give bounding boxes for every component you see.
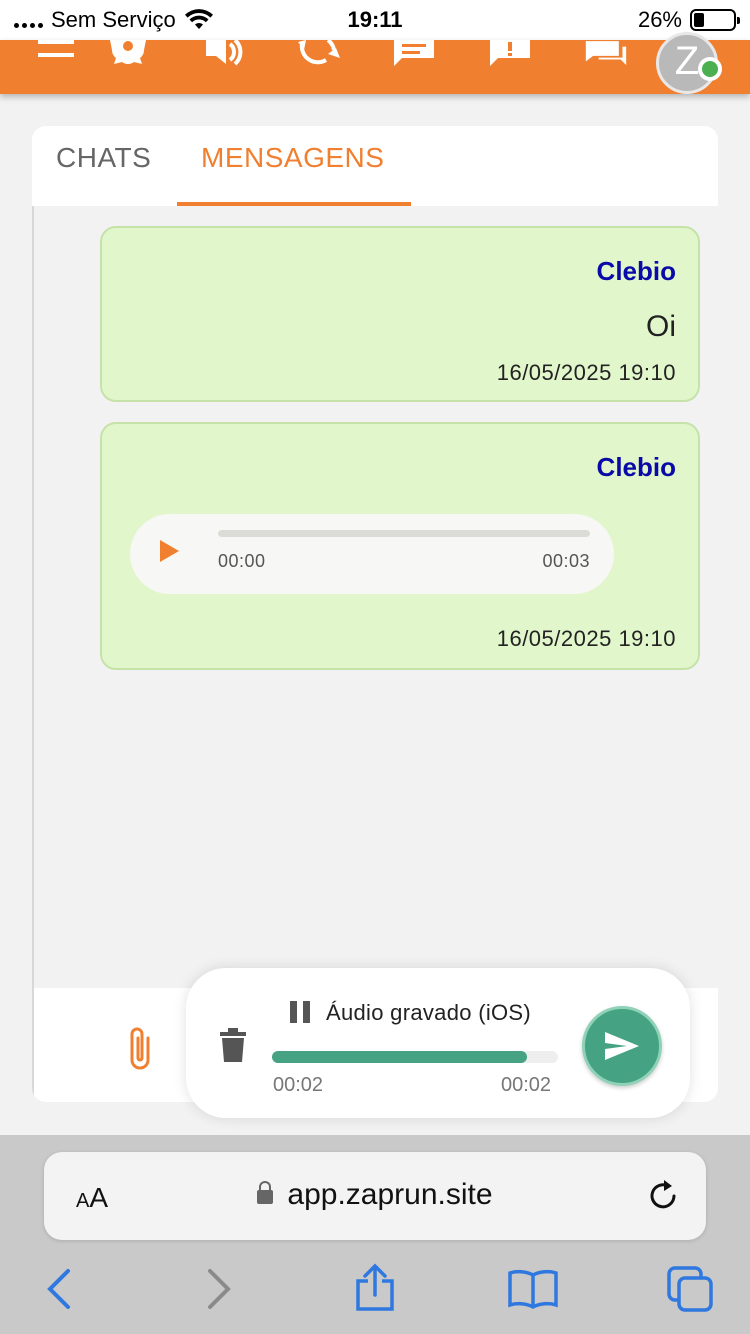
browser-toolbar: AA app.zaprun.site: [0, 1135, 750, 1334]
attachment-paperclip-icon[interactable]: [126, 1024, 156, 1077]
alert-message-icon[interactable]: [488, 40, 532, 70]
send-icon: [605, 1032, 639, 1060]
settings-gear-icon[interactable]: [106, 40, 150, 70]
menu-icon[interactable]: [34, 40, 78, 70]
audio-progress-bar[interactable]: [218, 530, 590, 537]
message-timestamp: 16/05/2025 19:10: [496, 360, 676, 385]
tab-mensagens[interactable]: MENSAGENS: [201, 142, 384, 174]
message-sender: Clebio: [596, 256, 676, 286]
tab-bar: CHATS MENSAGENS: [32, 126, 718, 206]
chat-card: CHATS MENSAGENS Clebio Oi 16/05/2025 19:…: [32, 126, 718, 1102]
audio-message-bubble: Clebio 00:00 00:03 16/05/2025 19:10: [100, 422, 700, 670]
send-button[interactable]: [582, 1006, 662, 1086]
chat-icon[interactable]: [392, 40, 436, 70]
audio-current-time: 00:00: [218, 551, 266, 571]
recorded-audio-label: Áudio gravado (iOS): [326, 1000, 532, 1025]
battery-percent: 26%: [637, 7, 682, 32]
tabs-icon[interactable]: [666, 1265, 714, 1318]
recording-duration: 00:02: [501, 1074, 552, 1096]
url-text: app.zaprun.site: [287, 1178, 493, 1211]
bookmarks-icon[interactable]: [508, 1269, 558, 1314]
status-bar: Sem Serviço 19:11 26%: [0, 0, 750, 40]
sync-icon[interactable]: [296, 40, 340, 70]
battery-info: 26%: [637, 7, 740, 33]
recording-current-time: 00:02: [273, 1074, 324, 1096]
message-bubble: Clebio Oi 16/05/2025 19:10: [100, 226, 700, 402]
app-toolbar: Z: [0, 32, 750, 94]
audio-player: 00:00 00:03: [130, 514, 614, 594]
play-icon[interactable]: [160, 540, 179, 562]
trash-icon[interactable]: [220, 1028, 246, 1067]
battery-icon: [690, 9, 740, 31]
lock-icon: [257, 1181, 274, 1204]
forward-arrow-icon[interactable]: [204, 1267, 234, 1316]
online-status-dot: [698, 57, 722, 81]
tab-chats[interactable]: CHATS: [56, 142, 151, 174]
address-bar[interactable]: AA app.zaprun.site: [44, 1152, 706, 1240]
conversations-icon[interactable]: [584, 40, 628, 70]
message-timestamp: 16/05/2025 19:10: [496, 626, 676, 651]
back-arrow-icon[interactable]: [44, 1267, 74, 1316]
url-display[interactable]: app.zaprun.site: [44, 1178, 706, 1212]
pause-icon[interactable]: [290, 1001, 310, 1023]
message-list[interactable]: Clebio Oi 16/05/2025 19:10 Clebio 00:00 …: [32, 206, 718, 988]
message-sender: Clebio: [596, 452, 676, 482]
reload-icon[interactable]: [648, 1178, 680, 1217]
recording-progress-bar[interactable]: [272, 1051, 558, 1063]
share-icon[interactable]: [354, 1263, 396, 1318]
message-text: Oi: [646, 310, 676, 343]
audio-recorder-panel: Áudio gravado (iOS) 00:02 00:02: [186, 968, 690, 1118]
audio-duration: 00:03: [542, 551, 590, 571]
volume-icon[interactable]: [202, 40, 246, 70]
